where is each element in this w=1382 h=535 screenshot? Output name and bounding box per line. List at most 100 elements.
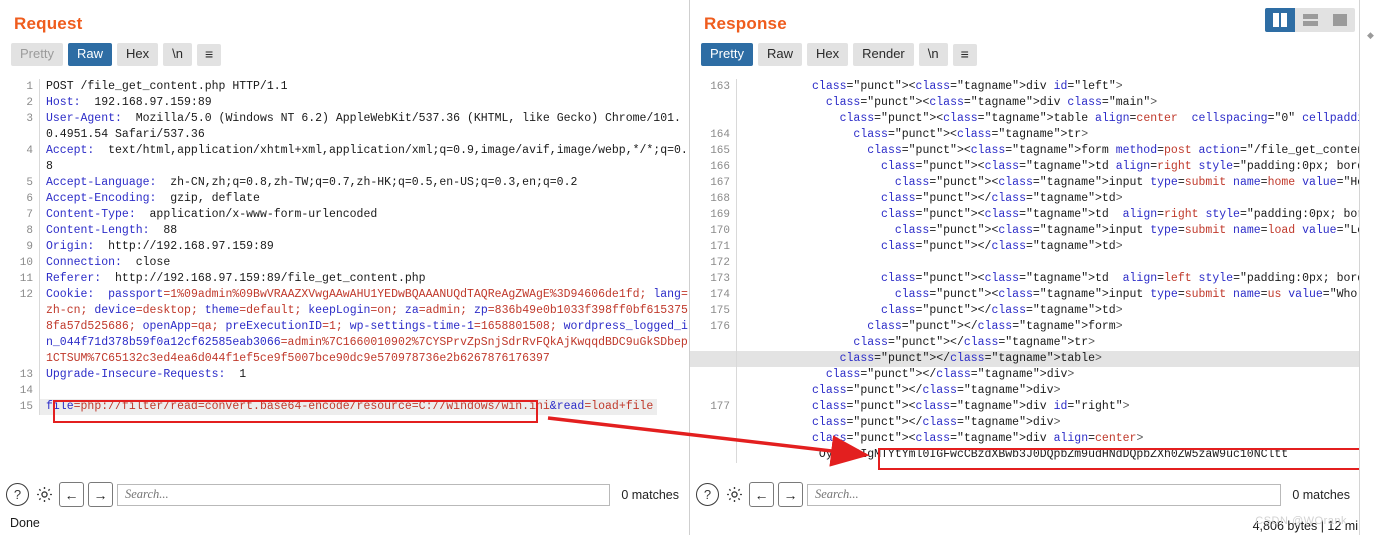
request-code-line: 14 — [0, 383, 689, 399]
line-number: 3 — [0, 111, 39, 127]
response-code-line: class="punct"><class="tagname">table ali… — [690, 111, 1360, 127]
line-number: 167 — [690, 175, 736, 191]
code-text: class="punct"><class="tagname">table ali… — [737, 111, 1360, 127]
vertical-split-icon[interactable] — [1265, 8, 1295, 32]
response-pane: Response Pretty Raw Hex Render \n ≡ 163 … — [690, 0, 1360, 535]
response-code-line: 171 class="punct"></class="tagname">td> — [690, 239, 1360, 255]
code-text: class="punct"><class="tagname">div align… — [737, 431, 1143, 447]
horizontal-split-icon[interactable] — [1295, 8, 1325, 32]
tab-response-newline[interactable]: \n — [919, 43, 948, 66]
code-text: Referer: http://192.168.97.159:89/file_g… — [40, 271, 426, 287]
line-number: 176 — [690, 319, 736, 335]
layout-toggle-group — [1265, 8, 1355, 32]
code-text: Upgrade-Insecure-Requests: 1 — [40, 367, 246, 383]
search-prev-button[interactable]: ← — [59, 482, 84, 507]
response-code-line: 174 class="punct"><class="tagname">input… — [690, 287, 1360, 303]
line-number: 170 — [690, 223, 736, 239]
gear-icon[interactable] — [33, 484, 55, 506]
code-text: Host: 192.168.97.159:89 — [40, 95, 212, 111]
code-text: class="punct"><class="tagname">input typ… — [737, 175, 1360, 191]
response-code-line: class="punct"><class="tagname">div class… — [690, 95, 1360, 111]
response-pane-title: Response — [690, 0, 1360, 34]
response-search-input[interactable] — [807, 484, 1281, 506]
request-toolbar: Pretty Raw Hex \n ≡ — [0, 34, 689, 75]
response-code-line: 175 class="punct"></class="tagname">td> — [690, 303, 1360, 319]
tab-response-pretty[interactable]: Pretty — [701, 43, 753, 66]
code-text: file=php://filter/read=convert.base64-en… — [40, 399, 657, 415]
response-code-line: 170 class="punct"><class="tagname">input… — [690, 223, 1360, 239]
request-code-area[interactable]: 1POST /file_get_content.php HTTP/1.12Hos… — [0, 79, 689, 478]
tab-request-newline[interactable]: \n — [163, 43, 192, 66]
status-bar: Done — [0, 511, 40, 535]
tab-response-hex[interactable]: Hex — [807, 43, 848, 66]
tab-request-hex[interactable]: Hex — [117, 43, 158, 66]
request-menu-icon[interactable]: ≡ — [197, 44, 221, 66]
request-code-line: 2Host: 192.168.97.159:89 — [0, 95, 689, 111]
help-icon[interactable]: ? — [6, 483, 29, 506]
tab-request-raw[interactable]: Raw — [68, 43, 112, 66]
request-code-line: 1POST /file_get_content.php HTTP/1.1 — [0, 79, 689, 95]
response-code-line: 165 class="punct"><class="tagname">form … — [690, 143, 1360, 159]
window-right-edge: ◆ — [1359, 0, 1382, 535]
line-number: 11 — [0, 271, 39, 287]
code-text: class="punct"><class="tagname">tr> — [737, 127, 1088, 143]
request-search-input[interactable] — [117, 484, 610, 506]
code-text: class="punct"></class="tagname">div> — [737, 383, 1061, 399]
response-size-status: 4,806 bytes | 12 mi — [1253, 519, 1358, 533]
line-number: 9 — [0, 239, 39, 255]
line-number: 2 — [0, 95, 39, 111]
code-text: class="punct"><class="tagname">td align=… — [737, 207, 1360, 223]
code-text: Content-Length: 88 — [40, 223, 177, 239]
line-number: 8 — [0, 223, 39, 239]
tab-request-pretty[interactable]: Pretty — [11, 43, 63, 66]
response-code-line: 167 class="punct"><class="tagname">input… — [690, 175, 1360, 191]
request-code-line: 3User-Agent: Mozilla/5.0 (Windows NT 6.2… — [0, 111, 689, 143]
response-code-line: class="punct"></class="tagname">div> — [690, 383, 1360, 399]
help-icon[interactable]: ? — [696, 483, 719, 506]
response-code-line: 173 class="punct"><class="tagname">td al… — [690, 271, 1360, 287]
line-number: 6 — [0, 191, 39, 207]
line-number: 165 — [690, 143, 736, 159]
code-text: class="punct"></class="tagname">table> — [737, 351, 1102, 367]
response-code-line: 164 class="punct"><class="tagname">tr> — [690, 127, 1360, 143]
response-code-line: 172 — [690, 255, 1360, 271]
request-scroll-ticks: ⋮⋮ — [686, 304, 689, 318]
single-pane-icon[interactable] — [1325, 8, 1355, 32]
request-code-line: 7Content-Type: application/x-www-form-ur… — [0, 207, 689, 223]
response-menu-icon[interactable]: ≡ — [953, 44, 977, 66]
line-number: 169 — [690, 207, 736, 223]
code-text: class="punct"><class="tagname">div id="r… — [737, 399, 1130, 415]
response-code-line: 168 class="punct"></class="tagname">td> — [690, 191, 1360, 207]
response-code-line: 169 class="punct"><class="tagname">td al… — [690, 207, 1360, 223]
response-code-line: class="punct"></class="tagname">div> — [690, 415, 1360, 431]
code-text: Accept-Language: zh-CN,zh;q=0.8,zh-TW;q=… — [40, 175, 577, 191]
line-number: 177 — [690, 399, 736, 415]
response-search-bar: ? ← → 0 matches — [690, 478, 1360, 511]
code-text: User-Agent: Mozilla/5.0 (Windows NT 6.2)… — [40, 111, 689, 143]
tab-response-render[interactable]: Render — [853, 43, 914, 66]
search-next-button[interactable]: → — [778, 482, 803, 507]
tab-response-raw[interactable]: Raw — [758, 43, 802, 66]
request-match-count: 0 matches — [614, 488, 683, 502]
response-code-line: 177 class="punct"><class="tagname">div i… — [690, 399, 1360, 415]
response-code-line: 163 class="punct"><class="tagname">div i… — [690, 79, 1360, 95]
search-next-button[interactable]: → — [88, 482, 113, 507]
gear-icon[interactable] — [723, 484, 745, 506]
code-text: Cookie: passport=1%09admin%09BwVRAAZXVwg… — [40, 287, 689, 367]
response-code-line: 176 class="punct"></class="tagname">form… — [690, 319, 1360, 335]
code-text: Accept: text/html,application/xhtml+xml,… — [40, 143, 689, 175]
code-text: POST /file_get_content.php HTTP/1.1 — [40, 79, 288, 95]
line-number: 14 — [0, 383, 39, 399]
response-match-count: 0 matches — [1285, 488, 1354, 502]
code-text: class="punct"></class="tagname">td> — [737, 303, 1123, 319]
code-text: class="punct"><class="tagname">input typ… — [737, 287, 1360, 303]
search-prev-button[interactable]: ← — [749, 482, 774, 507]
code-text: class="punct"></class="tagname">div> — [737, 367, 1074, 383]
line-number: 171 — [690, 239, 736, 255]
request-search-bar: ? ← → 0 matches — [0, 478, 689, 511]
code-text: class="punct"><class="tagname">div id="l… — [737, 79, 1123, 95]
edge-marker-icon: ◆ — [1367, 30, 1374, 41]
response-code-area[interactable]: 163 class="punct"><class="tagname">div i… — [690, 79, 1360, 478]
response-code-line: class="punct"></class="tagname">tr> — [690, 335, 1360, 351]
response-code-line: OyBmb3IgMTYtYml0IGFwcCBzdXBwb3J0DQpbZm9u… — [690, 447, 1360, 463]
